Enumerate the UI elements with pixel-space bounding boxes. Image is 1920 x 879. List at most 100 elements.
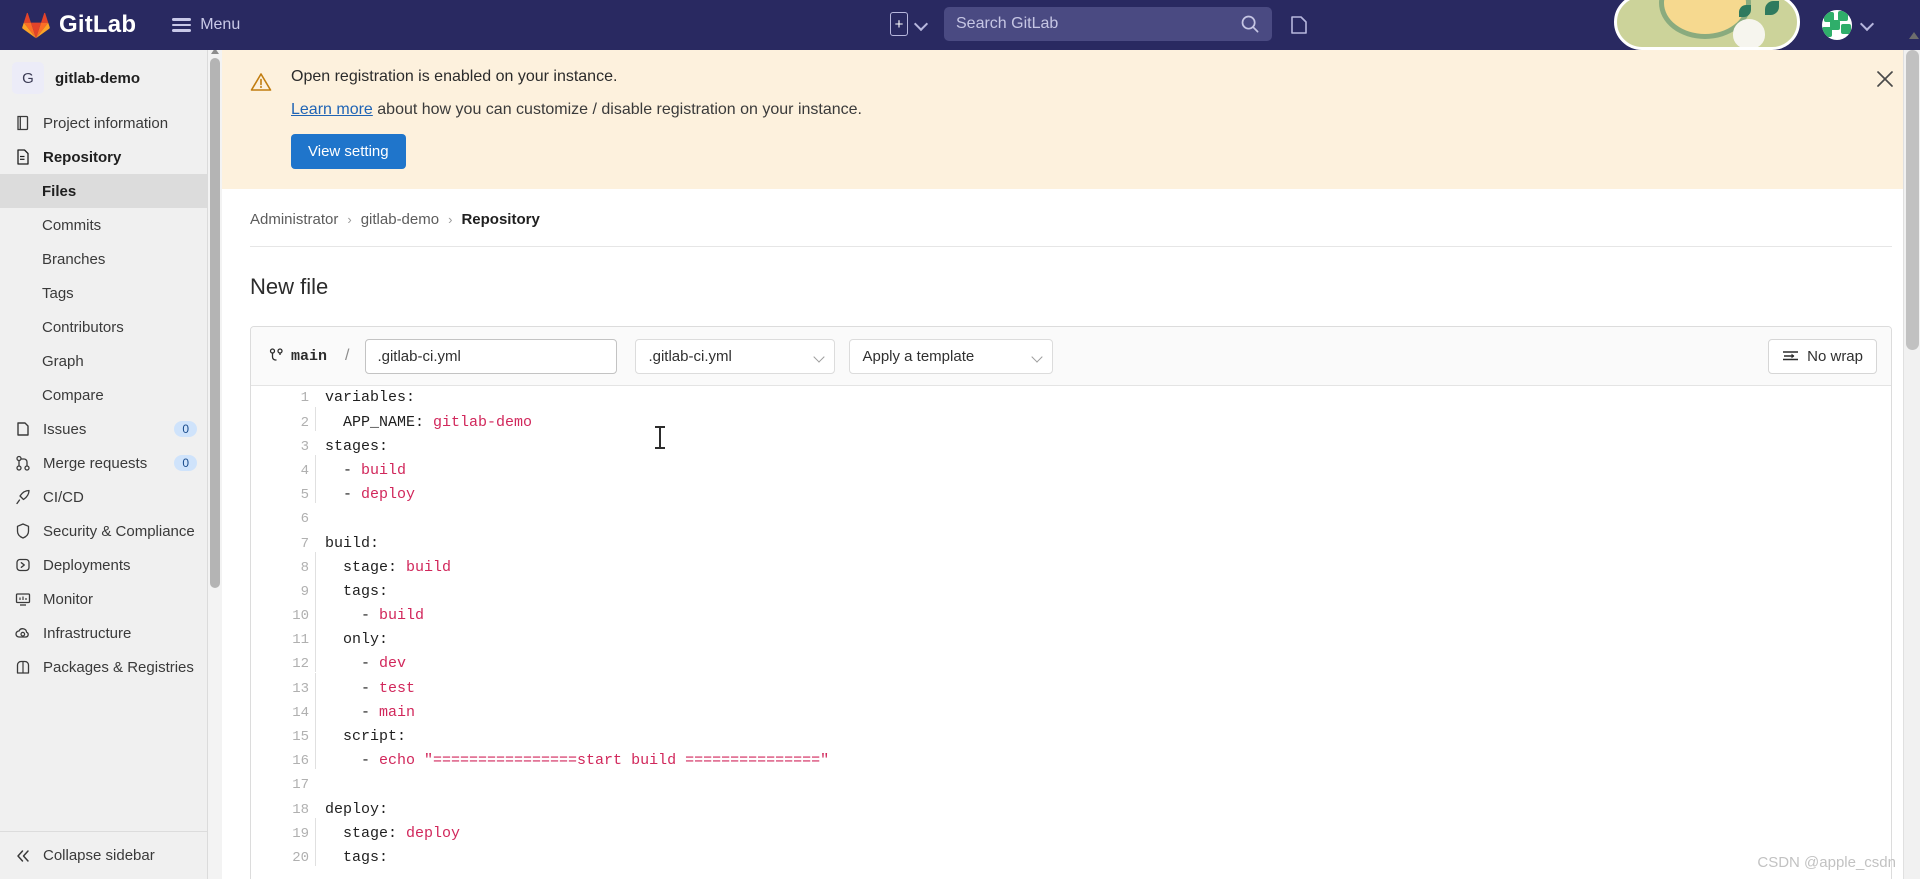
sidebar-item-graph[interactable]: Graph xyxy=(0,344,207,378)
code-line-text: - dev xyxy=(314,648,406,676)
sidebar-item-infrastructure[interactable]: Infrastructure xyxy=(0,616,207,650)
code-line: 18 deploy: xyxy=(251,798,1891,822)
book-icon xyxy=(17,115,29,131)
sidebar-item-repository[interactable]: Repository xyxy=(0,140,207,174)
new-item-button[interactable]: + xyxy=(890,12,908,36)
new-item-chevron-down-icon[interactable] xyxy=(913,16,929,32)
watermark-label: CSDN @apple_csdn xyxy=(1757,854,1896,871)
code-line: 13 - test xyxy=(251,672,1891,701)
collapse-sidebar-label: Collapse sidebar xyxy=(43,847,155,864)
sidebar-item-contributors[interactable]: Contributors xyxy=(0,310,207,344)
line-number: 3 xyxy=(300,438,309,455)
sidebar-item-security-compliance[interactable]: Security & Compliance xyxy=(0,514,207,548)
merge-requests-count-badge: 0 xyxy=(174,455,197,471)
code-line: 11 only: xyxy=(251,624,1891,652)
alert-description: Learn more about how you can customize /… xyxy=(291,101,1900,119)
issue-board-icon xyxy=(1291,16,1307,34)
page-scroll-up-arrow-icon[interactable] xyxy=(1908,32,1919,39)
search-placeholder-text: Search GitLab xyxy=(956,15,1059,32)
alert-description-text: about how you can customize / disable re… xyxy=(372,101,862,119)
file-type-select[interactable]: .gitlab-ci.yml xyxy=(635,338,836,374)
apply-template-select[interactable]: Apply a template xyxy=(849,338,1054,374)
breadcrumb-item-administrator[interactable]: Administrator xyxy=(250,211,338,228)
page-scrollbar-thumb[interactable] xyxy=(1906,50,1919,350)
branch-selector[interactable]: main xyxy=(269,348,327,365)
file-name-input[interactable] xyxy=(365,338,618,374)
learn-more-link[interactable]: Learn more xyxy=(291,101,373,118)
code-line: 15 script: xyxy=(251,720,1891,749)
branch-name-label: main xyxy=(291,347,328,365)
code-line: 7 build: xyxy=(251,532,1891,556)
decor-character-shape xyxy=(1733,19,1765,47)
sidebar-item-label: Monitor xyxy=(43,590,94,608)
sidebar-item-tags[interactable]: Tags xyxy=(0,276,207,310)
breadcrumb-separator-icon: › xyxy=(347,212,352,228)
code-token: variables: xyxy=(325,389,416,407)
sidebar-item-compare[interactable]: Compare xyxy=(0,378,207,412)
code-line-text: stage: deploy xyxy=(314,817,460,846)
sidebar-item-branches[interactable]: Branches xyxy=(0,242,207,276)
code-line-text: deploy: xyxy=(325,798,388,822)
code-token: test xyxy=(379,679,416,697)
code-editor[interactable]: 1 variables: 2 APP_NAME: gitlab-demo 3 stage… xyxy=(251,386,1891,879)
code-token: echo xyxy=(379,752,425,770)
line-number: 8 xyxy=(300,559,309,576)
sidebar-scrollbar-thumb[interactable] xyxy=(210,58,220,588)
menu-button-label: Menu xyxy=(200,16,241,33)
code-token: deploy: xyxy=(325,800,389,818)
sidebar-item-issues[interactable]: Issues 0 xyxy=(0,412,207,446)
project-avatar: G xyxy=(12,62,44,94)
package-icon xyxy=(16,660,30,674)
search-input[interactable]: Search GitLab xyxy=(944,7,1272,41)
code-line: 9 tags: xyxy=(251,575,1891,604)
code-line-text: variables: xyxy=(325,386,415,410)
page-scrollbar[interactable] xyxy=(1903,32,1920,879)
alert-close-button[interactable] xyxy=(1874,68,1896,90)
sidebar-item-merge-requests[interactable]: Merge requests 0 xyxy=(0,446,207,480)
code-line: 17 xyxy=(251,773,1891,797)
sidebar-item-ci-cd[interactable]: CI/CD xyxy=(0,480,207,514)
top-navigation-bar: GitLab Menu + Search GitLab xyxy=(0,0,1920,50)
main-menu-button[interactable]: Menu xyxy=(164,10,248,40)
code-token: deploy xyxy=(361,486,416,504)
issues-nav-icon[interactable] xyxy=(1288,14,1310,41)
sidebar-item-label: Project information xyxy=(43,114,169,132)
sidebar-item-commits[interactable]: Commits xyxy=(0,208,207,242)
line-number: 19 xyxy=(292,825,309,842)
code-token: build xyxy=(406,558,452,576)
user-menu-chevron-down-icon[interactable] xyxy=(1859,16,1875,32)
line-number: 18 xyxy=(292,801,309,818)
sidebar-scrollbar[interactable] xyxy=(208,48,222,879)
line-number: 16 xyxy=(292,753,309,770)
gitlab-logo[interactable]: GitLab xyxy=(22,11,136,39)
chevron-double-left-icon xyxy=(17,849,29,862)
no-wrap-label: No wrap xyxy=(1807,347,1863,365)
monitor-icon xyxy=(15,593,31,606)
line-number: 9 xyxy=(300,583,309,600)
sidebar-item-monitor[interactable]: Monitor xyxy=(0,582,207,616)
sidebar-item-label: Security & Compliance xyxy=(43,522,195,540)
search-icon xyxy=(1241,15,1259,33)
sidebar-project-header[interactable]: G gitlab-demo xyxy=(0,50,207,106)
breadcrumb: Administrator › gitlab-demo › Repository xyxy=(250,189,1892,248)
plus-icon: + xyxy=(894,15,904,33)
no-wrap-toggle-button[interactable]: No wrap xyxy=(1768,338,1877,374)
collapse-sidebar-button[interactable]: Collapse sidebar xyxy=(0,831,207,879)
sidebar-item-label: Packages & Registries xyxy=(43,658,194,676)
user-avatar[interactable] xyxy=(1822,10,1852,40)
page-title: New file xyxy=(250,274,329,300)
sidebar-item-label: Deployments xyxy=(43,556,131,574)
breadcrumb-item-project[interactable]: gitlab-demo xyxy=(361,211,439,228)
sidebar-item-files[interactable]: Files xyxy=(0,174,207,208)
code-token: gitlab-demo xyxy=(433,413,533,431)
sidebar-item-deployments[interactable]: Deployments xyxy=(0,548,207,582)
view-setting-button[interactable]: View setting xyxy=(291,134,406,170)
template-selected-value: Apply a template xyxy=(862,347,975,365)
chevron-down-icon xyxy=(813,351,826,363)
code-token: tags: xyxy=(325,582,389,600)
sidebar-item-project-information[interactable]: Project information xyxy=(0,106,207,140)
code-token: - xyxy=(325,607,380,625)
line-number: 6 xyxy=(300,511,309,528)
sidebar-item-packages-registries[interactable]: Packages & Registries xyxy=(0,650,207,684)
code-token: build xyxy=(361,461,407,479)
